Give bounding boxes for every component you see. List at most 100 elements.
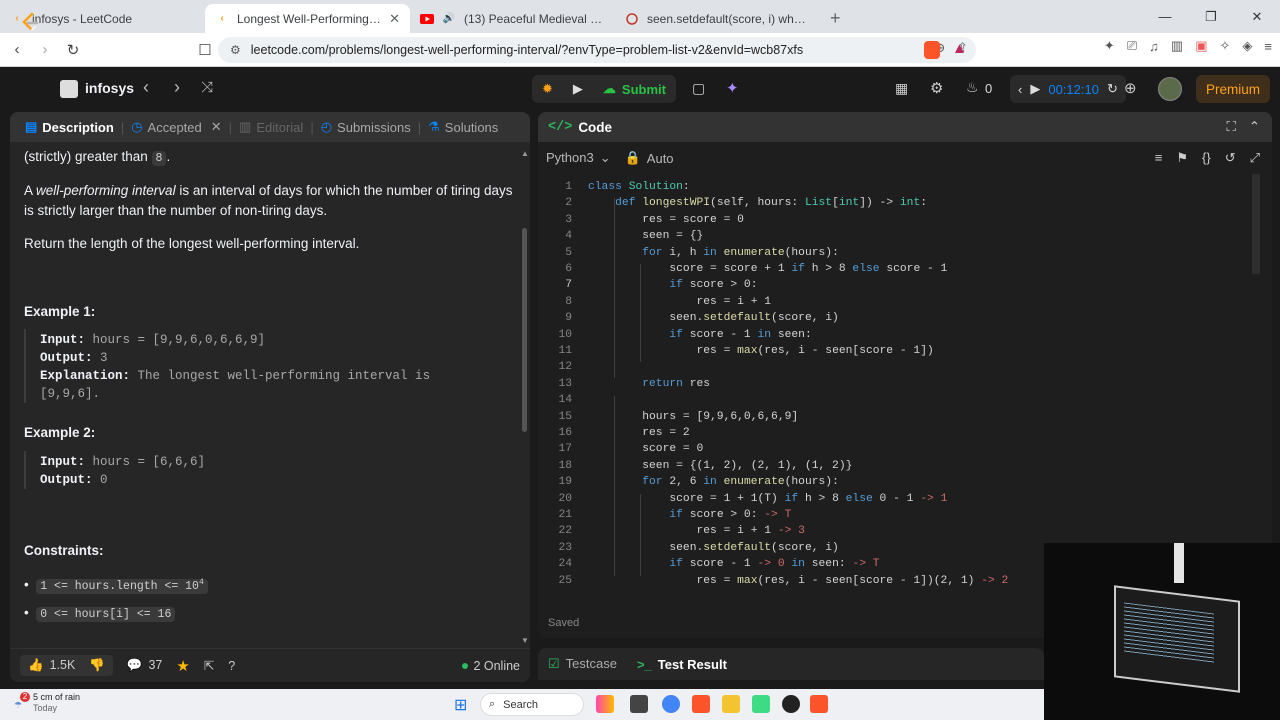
sidebar-icon[interactable]: ▥: [1171, 38, 1183, 54]
tab-accepted[interactable]: ◷ Accepted ✕: [126, 112, 226, 142]
thumbs-down-icon[interactable]: 👎: [89, 658, 105, 673]
streak-icon[interactable]: ♨: [966, 79, 979, 96]
play-icon[interactable]: ▶: [1030, 81, 1040, 97]
problem-list-name[interactable]: infosys: [85, 80, 134, 96]
search-icon: ⌕: [489, 698, 496, 710]
premium-button[interactable]: Premium: [1196, 75, 1270, 103]
chrome-icon[interactable]: [662, 695, 680, 713]
url-bar[interactable]: ⚙ leetcode.com/problems/longest-well-per…: [218, 37, 976, 63]
vpn-icon[interactable]: ◈: [1242, 38, 1252, 54]
comment-icon: 💬: [126, 658, 143, 672]
code-line: if score > 0:: [669, 279, 758, 292]
thumbs-up-icon: 👍: [28, 658, 44, 672]
tab-editorial[interactable]: ▥ Editorial: [234, 112, 308, 142]
help-icon[interactable]: ?: [228, 659, 235, 673]
brave-rewards-icon[interactable]: ▲: [952, 40, 967, 57]
settings-icon[interactable]: ⚙: [930, 79, 943, 97]
collapse-icon[interactable]: ⌃: [1249, 119, 1260, 135]
task-view-icon[interactable]: [630, 695, 648, 713]
scrollbar[interactable]: [1252, 174, 1260, 274]
expand-icon[interactable]: ⤢: [1250, 150, 1260, 166]
line-number: 5: [565, 246, 572, 259]
like-button[interactable]: 👍 1.5K 👎: [20, 655, 113, 676]
minimize-icon[interactable]: —: [1142, 0, 1188, 33]
book-icon: ▥: [239, 119, 252, 134]
music-icon[interactable]: ♫: [1149, 39, 1159, 54]
reload-icon[interactable]: ↻: [60, 37, 86, 63]
undo-icon[interactable]: ↺: [1225, 150, 1236, 166]
shuffle-icon[interactable]: ⤨: [201, 79, 213, 96]
run-icon[interactable]: ▶: [563, 75, 593, 103]
brave-icon[interactable]: [810, 695, 828, 713]
star-icon[interactable]: ★: [176, 657, 189, 675]
weather-widget[interactable]: 2 ☂ 5 cm of rain Today: [14, 692, 80, 714]
site-info-icon[interactable]: ⚙: [230, 43, 241, 57]
tab-description[interactable]: ▤ Description: [20, 112, 119, 142]
line-number: 24: [558, 558, 572, 571]
avatar[interactable]: [1158, 77, 1182, 101]
ai-assist-icon[interactable]: ✦: [726, 79, 739, 97]
wallet-icon[interactable]: ▣: [1195, 38, 1207, 54]
close-window-icon[interactable]: ✕: [1234, 0, 1280, 33]
browser-toolbar: ‹ › ↻ ☐ ⚙ leetcode.com/problems/longest-…: [0, 33, 1280, 67]
bookmark-icon[interactable]: ⚑: [1176, 150, 1188, 166]
scrollbar[interactable]: ▲ ▼: [521, 149, 529, 645]
code-editor[interactable]: 1 class Solution: 2 def longestWPI(self, h…: [538, 174, 1272, 587]
github-icon[interactable]: [782, 695, 800, 713]
taskbar-search[interactable]: ⌕ Search: [480, 693, 584, 716]
prev-problem-icon[interactable]: ‹: [143, 77, 149, 98]
brave-shield-icon[interactable]: [924, 41, 940, 59]
tab-solutions[interactable]: ⚗ Solutions: [423, 112, 503, 142]
next-problem-icon[interactable]: ›: [174, 77, 180, 98]
reset-icon[interactable]: ↻: [1107, 81, 1118, 97]
problem-list-icon[interactable]: [60, 80, 78, 98]
notes-icon[interactable]: ▢: [692, 80, 705, 97]
text: A: [24, 183, 37, 198]
ai-icon[interactable]: ✧: [1220, 38, 1231, 54]
chevron-left-icon[interactable]: ‹: [1018, 82, 1022, 97]
close-icon[interactable]: ✕: [389, 11, 400, 27]
tab-test-result[interactable]: >_ Test Result: [637, 657, 727, 672]
share-icon[interactable]: ⇱: [204, 658, 214, 673]
brave-icon[interactable]: [692, 695, 710, 713]
online-count: 2 Online: [473, 658, 520, 673]
fullscreen-icon[interactable]: ⛶: [1227, 119, 1236, 135]
leetcode-logo-icon[interactable]: [20, 12, 40, 32]
browser-tab[interactable]: 🔊 (13) Peaceful Medieval Celtic & Fant: [410, 4, 615, 33]
screenshot-icon[interactable]: ⎚: [1127, 38, 1137, 54]
mode-value[interactable]: Auto: [647, 151, 674, 166]
tab-submissions[interactable]: ◴ Submissions: [316, 112, 416, 142]
description-footer: 👍 1.5K 👎 💬 37 ★ ⇱ ? 2 Online: [10, 648, 530, 682]
timer: ‹ ▶ 00:12:10 ↻: [1010, 75, 1126, 103]
add-friend-icon[interactable]: ⊕: [1124, 79, 1137, 97]
tab-label: Test Result: [657, 656, 727, 672]
tab-label: Description: [42, 119, 114, 135]
close-icon[interactable]: ✕: [211, 119, 222, 135]
debug-icon[interactable]: ✹: [532, 75, 563, 103]
forward-icon[interactable]: ›: [32, 37, 58, 63]
windows-start-icon[interactable]: ⊞: [454, 695, 467, 715]
code-line: for i, h in enumerate(hours):: [642, 246, 839, 259]
menu-icon[interactable]: ≡: [1264, 39, 1272, 54]
new-tab-button[interactable]: +: [820, 4, 851, 33]
code-line: if score - 1 -> 0 in seen: -> T: [669, 558, 880, 571]
maximize-icon[interactable]: ❐: [1188, 0, 1234, 33]
browser-tab[interactable]: seen.setdefault(score, i) what does this…: [615, 4, 820, 33]
line-number: 2: [565, 197, 572, 210]
android-icon[interactable]: [752, 695, 770, 713]
comments-button[interactable]: 💬 37: [127, 658, 162, 673]
language-select[interactable]: Python3 ⌄: [546, 150, 611, 166]
extensions-icon[interactable]: ✦: [1104, 38, 1115, 54]
bookmark-icon[interactable]: ☐: [192, 37, 218, 63]
line-number: 9: [565, 312, 572, 325]
file-explorer-icon[interactable]: [722, 695, 740, 713]
layout-icon[interactable]: ▦: [895, 80, 908, 97]
tab-testcase[interactable]: ☑ Testcase: [548, 656, 617, 672]
format-icon[interactable]: ≡: [1155, 150, 1163, 166]
braces-icon[interactable]: {}: [1202, 150, 1211, 166]
browser-tab-active[interactable]: ‹ Longest Well-Performing Interval - L ✕: [205, 4, 410, 33]
back-icon[interactable]: ‹: [4, 37, 30, 63]
code-toolbar: Python3 ⌄ 🔒 Auto ≡ ⚑ {} ↺ ⤢: [538, 142, 1272, 174]
submit-button[interactable]: ☁ Submit: [593, 75, 676, 103]
line-number: 21: [558, 509, 572, 521]
